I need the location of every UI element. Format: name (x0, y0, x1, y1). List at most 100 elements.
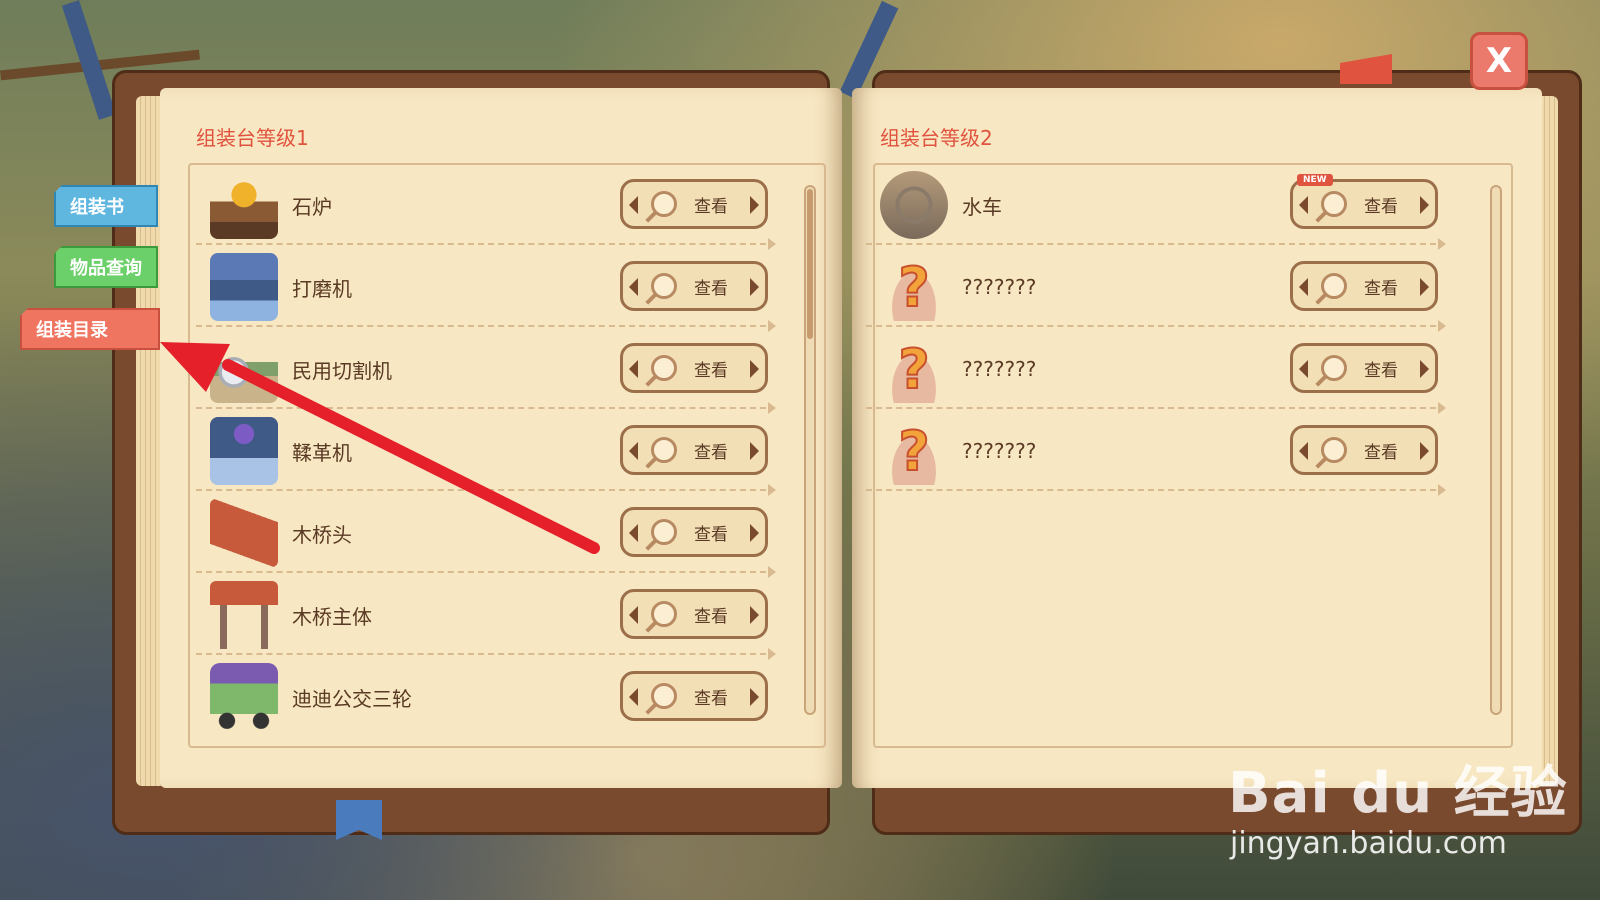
row-divider (196, 648, 776, 660)
row-divider (866, 238, 1446, 250)
tuk-tuk-icon (210, 663, 278, 731)
page-title-level-2: 组装台等级2 (880, 126, 993, 150)
list-item: 石炉 查看 (196, 165, 776, 250)
scrollbar-left[interactable] (804, 185, 816, 715)
view-label: 查看 (694, 196, 728, 217)
list-item: 木桥头 查看 (196, 493, 776, 578)
question-mark-icon: ? (880, 417, 948, 485)
water-wheel-icon (880, 171, 948, 239)
view-label: 查看 (694, 360, 728, 381)
list-item: 民用切割机 查看 (196, 329, 776, 414)
view-label: 查看 (1364, 196, 1398, 217)
arrow-right-icon (750, 524, 759, 542)
view-label: 查看 (1364, 360, 1398, 381)
view-button[interactable]: 查看 (1290, 343, 1438, 393)
item-name: ??????? (962, 275, 1037, 299)
row-divider (866, 484, 1446, 496)
close-button[interactable]: X (1470, 32, 1528, 90)
list-item: ? ??????? 查看 (866, 329, 1446, 414)
item-name: 木桥主体 (292, 604, 372, 629)
view-label: 查看 (694, 278, 728, 299)
magnifier-icon (651, 519, 677, 545)
magnifier-icon (651, 601, 677, 627)
arrow-left-icon (629, 606, 638, 624)
item-name: ??????? (962, 439, 1037, 463)
item-name: 水车 (962, 194, 1002, 219)
view-button[interactable]: 查看 (620, 343, 768, 393)
magnifier-icon (651, 683, 677, 709)
view-button[interactable]: 查看 (1290, 261, 1438, 311)
view-label: 查看 (1364, 442, 1398, 463)
row-divider (196, 566, 776, 578)
arrow-right-icon (750, 688, 759, 706)
row-divider (196, 320, 776, 332)
arrow-right-icon (1420, 442, 1429, 460)
magnifier-icon (651, 191, 677, 217)
magnifier-icon (651, 273, 677, 299)
wooden-bridge-head-icon (210, 499, 278, 567)
watermark-logo: Bai du 经验 (1228, 761, 1568, 826)
item-name: 打磨机 (292, 276, 352, 301)
view-button[interactable]: 查看 (620, 425, 768, 475)
stone-furnace-icon (210, 171, 278, 239)
magnifier-icon (651, 437, 677, 463)
view-label: 查看 (1364, 278, 1398, 299)
arrow-left-icon (629, 524, 638, 542)
item-name: 迪迪公交三轮 (292, 686, 412, 711)
question-mark-icon: ? (880, 253, 948, 321)
arrow-left-icon (629, 442, 638, 460)
item-name: 民用切割机 (292, 358, 392, 383)
list-item: 打磨机 查看 (196, 247, 776, 332)
magnifier-icon (1321, 273, 1347, 299)
list-item: ? ??????? 查看 (866, 411, 1446, 496)
magnifier-icon (1321, 437, 1347, 463)
row-divider (196, 238, 776, 250)
magnifier-icon (651, 355, 677, 381)
view-label: 查看 (694, 606, 728, 627)
list-item: 木桥主体 查看 (196, 575, 776, 660)
magnifier-icon (1321, 191, 1347, 217)
list-item: 水车 NEW 查看 (866, 165, 1446, 250)
list-item: ? ??????? 查看 (866, 247, 1446, 332)
view-button[interactable]: 查看 (620, 507, 768, 557)
arrow-right-icon (750, 278, 759, 296)
arrow-right-icon (1420, 278, 1429, 296)
row-divider (196, 484, 776, 496)
row-divider (866, 320, 1446, 332)
item-name: ??????? (962, 357, 1037, 381)
view-button[interactable]: 查看 (620, 589, 768, 639)
list-item: 迪迪公交三轮 查看 (196, 657, 768, 737)
arrow-left-icon (629, 360, 638, 378)
view-button[interactable]: 查看 (620, 671, 768, 721)
page-title-level-1: 组装台等级1 (196, 126, 309, 150)
scrollbar-right[interactable] (1490, 185, 1502, 715)
item-name: 石炉 (292, 194, 332, 219)
view-button[interactable]: 查看 (1290, 425, 1438, 475)
view-label: 查看 (694, 524, 728, 545)
arrow-left-icon (629, 196, 638, 214)
arrow-right-icon (750, 606, 759, 624)
grinder-icon (210, 253, 278, 321)
tab-assembly-book[interactable]: 组装书 (54, 185, 158, 227)
arrow-left-icon (1299, 442, 1308, 460)
arrow-right-icon (1420, 360, 1429, 378)
tab-assembly-catalog[interactable]: 组装目录 (20, 308, 160, 350)
wooden-bridge-body-icon (210, 581, 278, 649)
list-item: 鞣革机 查看 (196, 411, 776, 496)
new-badge: NEW (1297, 174, 1333, 186)
row-divider (196, 402, 776, 414)
view-label: 查看 (694, 688, 728, 709)
view-button[interactable]: NEW 查看 (1290, 174, 1438, 229)
arrow-right-icon (750, 360, 759, 378)
arrow-left-icon (1299, 360, 1308, 378)
magnifier-icon (1321, 355, 1347, 381)
view-button[interactable]: 查看 (620, 261, 768, 311)
view-button[interactable]: 查看 (620, 179, 768, 229)
arrow-left-icon (1299, 196, 1308, 214)
item-name: 鞣革机 (292, 440, 352, 465)
tab-item-query[interactable]: 物品查询 (54, 246, 158, 288)
watermark-url: jingyan.baidu.com (1230, 826, 1507, 861)
row-divider (866, 402, 1446, 414)
scrollbar-thumb[interactable] (807, 189, 813, 339)
item-name: 木桥头 (292, 522, 352, 547)
